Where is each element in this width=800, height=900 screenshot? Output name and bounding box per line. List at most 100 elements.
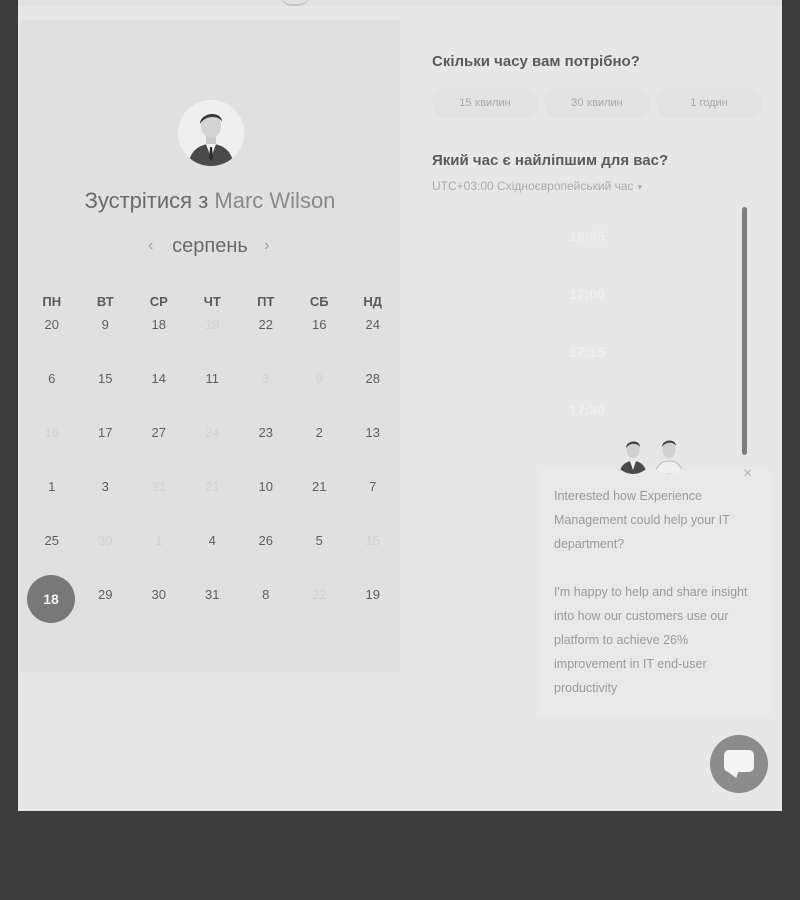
calendar-day-number: 15 — [98, 371, 113, 386]
weekday-header: ПН ВТ СР ЧТ ПТ СБ НД — [25, 294, 399, 309]
timezone-select[interactable]: UTC+03:00 Східноєвропейський час ▾ — [432, 179, 642, 193]
calendar-day-number: 24 — [365, 317, 380, 332]
chat-message: Interested how Experience Management cou… — [554, 484, 756, 700]
calendar-day-number: 29 — [98, 587, 113, 602]
calendar-day[interactable]: 15 — [79, 369, 133, 423]
calendar-day[interactable]: 2 — [293, 423, 347, 477]
time-slot-button[interactable]: 17:30 — [432, 388, 742, 446]
calendar-day[interactable]: 3 — [79, 477, 133, 531]
calendar-day-number: 30 — [151, 587, 166, 602]
calendar-day[interactable]: 14 — [132, 369, 186, 423]
calendar-day-number: 5 — [315, 533, 323, 548]
calendar-day-number: 28 — [365, 371, 380, 386]
card-top-edge — [18, 0, 782, 6]
calendar-day[interactable]: 4 — [186, 531, 240, 585]
calendar-day-number: 1 — [155, 533, 163, 548]
time-slot-button[interactable]: 16:45 — [432, 214, 742, 272]
time-question: Який час є найліпшим для вас? — [432, 152, 669, 169]
host-name: Marc Wilson — [214, 188, 336, 213]
calendar-day[interactable]: 30 — [132, 585, 186, 639]
chat-message-2: I'm happy to help and share insight into… — [554, 585, 748, 695]
duration-option-button[interactable]: 30 хвилин — [544, 88, 650, 118]
calendar-day[interactable]: 11 — [186, 369, 240, 423]
calendar-day-number: 25 — [44, 533, 59, 548]
calendar-day[interactable]: 27 — [132, 423, 186, 477]
calendar-day[interactable]: 20 — [25, 315, 79, 369]
calendar-day[interactable]: 31 — [186, 585, 240, 639]
person-icon — [178, 100, 244, 166]
agent-avatar — [649, 432, 689, 474]
duration-option-button[interactable]: 15 хвилин — [432, 88, 538, 118]
calendar-day-number: 11 — [205, 371, 220, 386]
calendar-day-number: 8 — [262, 587, 270, 602]
calendar-day[interactable]: 19 — [346, 585, 400, 639]
calendar-day-selected[interactable]: 18 — [25, 575, 79, 639]
chat-agents — [613, 432, 693, 478]
host-avatar — [178, 100, 244, 166]
calendar-day[interactable]: 29 — [79, 585, 133, 639]
calendar-day[interactable]: 21 — [293, 477, 347, 531]
calendar-day-number: 26 — [258, 533, 273, 548]
weekday-label: СБ — [309, 294, 329, 309]
calendar-panel: Зустрітися з Marc Wilson ‹ серпень › ПН В… — [20, 20, 400, 672]
calendar-day: 16 — [25, 423, 79, 477]
duration-options: 15 хвилин 30 хвилин 1 годин — [432, 88, 762, 118]
calendar-day[interactable]: 28 — [346, 369, 400, 423]
calendar-day-number: 31 — [205, 587, 220, 602]
calendar-day-number: 18 — [27, 575, 75, 623]
calendar-day-number: 4 — [208, 533, 216, 548]
calendar-day-number: 9 — [101, 317, 109, 332]
duration-option-button[interactable]: 1 годин — [656, 88, 762, 118]
calendar-day: 9 — [293, 369, 347, 423]
calendar-day[interactable]: 5 — [293, 531, 347, 585]
calendar-day-number: 21 — [205, 479, 220, 494]
time-slot-button[interactable]: 17:00 — [432, 272, 742, 330]
chevron-right-icon[interactable]: › — [264, 237, 269, 255]
calendar-day[interactable]: 24 — [346, 315, 400, 369]
scheduler-card: Зустрітися з Marc Wilson ‹ серпень › ПН В… — [18, 0, 782, 811]
calendar-day[interactable]: 18 — [132, 315, 186, 369]
close-icon[interactable]: × — [743, 465, 752, 483]
weekday-label: СР — [149, 294, 168, 309]
timezone-label: UTC+03:00 Східноєвропейський час — [432, 179, 634, 193]
agent-avatar — [613, 432, 653, 474]
calendar-day[interactable]: 17 — [79, 423, 133, 477]
calendar-day[interactable]: 10 — [239, 477, 293, 531]
person-icon — [613, 432, 653, 474]
calendar-day[interactable]: 22 — [239, 315, 293, 369]
calendar-day-number: 19 — [365, 587, 380, 602]
calendar-day[interactable]: 7 — [346, 477, 400, 531]
weekday-label: ПТ — [257, 294, 275, 309]
calendar-day-number: 3 — [101, 479, 109, 494]
calendar-day-number: 7 — [369, 479, 377, 494]
calendar-day-number: 15 — [365, 533, 380, 548]
chat-message-1: Interested how Experience Management cou… — [554, 489, 730, 551]
calendar-day-number: 16 — [312, 317, 327, 332]
calendar-day-number: 20 — [44, 317, 59, 332]
chat-launcher-button[interactable] — [710, 735, 768, 793]
calendar-day[interactable]: 8 — [239, 585, 293, 639]
calendar-day-number: 30 — [98, 533, 113, 548]
calendar-day[interactable]: 9 — [79, 315, 133, 369]
time-slot-list: 16:45 17:00 17:15 17:30 — [432, 214, 742, 446]
meeting-title: Зустрітися з Marc Wilson — [20, 188, 400, 214]
calendar-day[interactable]: 26 — [239, 531, 293, 585]
weekday-label: ПН — [42, 294, 62, 309]
calendar-day-number: 10 — [258, 479, 273, 494]
weekday-label: ЧТ — [203, 294, 221, 309]
calendar-day[interactable]: 23 — [239, 423, 293, 477]
calendar-day: 31 — [132, 477, 186, 531]
calendar-day-number: 22 — [312, 587, 327, 602]
weekday-label: НД — [363, 294, 383, 309]
calendar-day[interactable]: 1 — [25, 477, 79, 531]
calendar-day[interactable]: 13 — [346, 423, 400, 477]
calendar-day: 24 — [186, 423, 240, 477]
calendar-day[interactable]: 6 — [25, 369, 79, 423]
calendar-day[interactable]: 16 — [293, 315, 347, 369]
time-list-scrollbar[interactable] — [742, 207, 747, 455]
chat-bubble-icon — [724, 750, 754, 772]
calendar-day-number: 17 — [98, 425, 113, 440]
calendar-day-number: 19 — [205, 317, 220, 332]
time-slot-button[interactable]: 17:15 — [432, 330, 742, 388]
calendar-day-number: 18 — [151, 317, 166, 332]
